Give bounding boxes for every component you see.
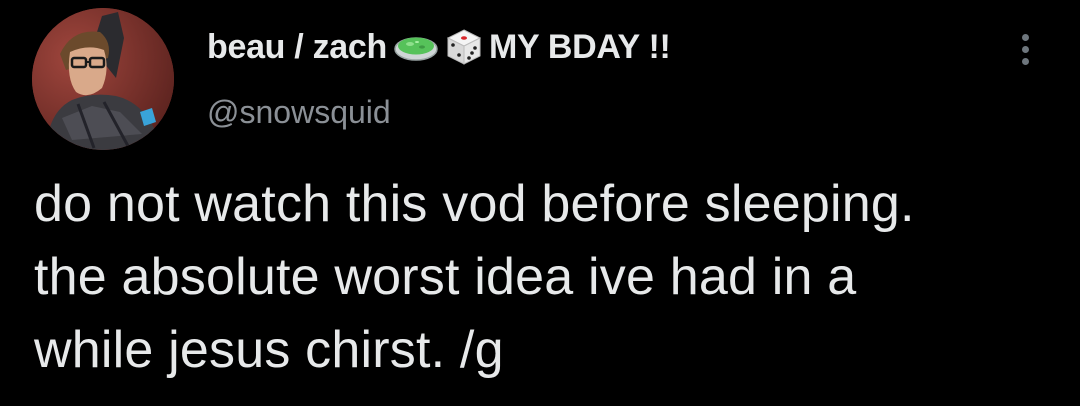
user-handle[interactable]: @snowsquid [207, 94, 391, 131]
avatar-image [32, 8, 174, 150]
tweet-card: beau / zach MY BDAY !! @snowsquid do not… [0, 0, 1080, 406]
dice-icon [445, 28, 483, 66]
avatar[interactable] [32, 8, 174, 150]
petri-dish-icon [393, 32, 439, 62]
more-options-icon[interactable] [1012, 24, 1038, 74]
display-name[interactable]: beau / zach [207, 28, 387, 67]
display-name-row[interactable]: beau / zach MY BDAY !! [207, 24, 671, 70]
tweet-text: do not watch this vod before sleeping. t… [34, 175, 915, 379]
display-name-suffix[interactable]: MY BDAY !! [489, 28, 671, 67]
